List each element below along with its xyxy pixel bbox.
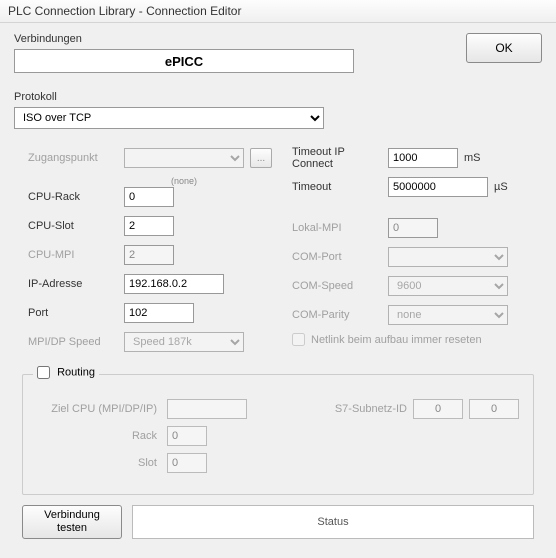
com-speed-select: 9600 bbox=[388, 276, 508, 296]
rack-label: Rack bbox=[37, 430, 157, 442]
timeout-input[interactable] bbox=[388, 177, 488, 197]
protokoll-select[interactable]: ISO over TCP bbox=[14, 107, 324, 129]
zugangspunkt-none: (none) bbox=[124, 176, 244, 186]
ms-unit: mS bbox=[464, 152, 481, 164]
timeout-label: Timeout bbox=[292, 181, 388, 193]
protokoll-label: Protokoll bbox=[14, 91, 542, 103]
ip-adresse-input[interactable] bbox=[124, 274, 224, 294]
netlink-checkbox bbox=[292, 333, 305, 346]
ziel-cpu-input bbox=[167, 399, 247, 419]
ziel-cpu-label: Ziel CPU (MPI/DP/IP) bbox=[37, 403, 157, 415]
s7-subnetz-a-input bbox=[413, 399, 463, 419]
verbindungen-label: Verbindungen bbox=[14, 33, 452, 45]
timeout-ip-label: Timeout IP Connect bbox=[292, 146, 388, 170]
test-connection-button[interactable]: Verbindung testen bbox=[22, 505, 122, 539]
status-label: Status bbox=[317, 516, 348, 528]
s7-subnetz-label: S7-Subnetz-ID bbox=[335, 403, 407, 415]
timeout-ip-input[interactable] bbox=[388, 148, 458, 168]
connection-name-input[interactable] bbox=[14, 49, 354, 73]
lokal-mpi-input bbox=[388, 218, 438, 238]
com-speed-label: COM-Speed bbox=[292, 280, 388, 292]
mpi-dp-speed-label: MPI/DP Speed bbox=[28, 336, 124, 348]
cpu-slot-label: CPU-Slot bbox=[28, 220, 124, 232]
routing-group: Routing Ziel CPU (MPI/DP/IP) S7-Subnetz-… bbox=[22, 374, 534, 495]
content-area: Verbindungen OK Protokoll ISO over TCP Z… bbox=[0, 23, 556, 549]
cpu-rack-label: CPU-Rack bbox=[28, 191, 124, 203]
com-port-label: COM-Port bbox=[292, 251, 388, 263]
routing-label: Routing bbox=[57, 366, 95, 378]
cpu-rack-input[interactable] bbox=[124, 187, 174, 207]
port-label: Port bbox=[28, 307, 124, 319]
window-title: PLC Connection Library - Connection Edit… bbox=[8, 4, 241, 18]
zugangspunkt-label: Zugangspunkt bbox=[28, 152, 124, 164]
com-parity-label: COM-Parity bbox=[292, 309, 388, 321]
status-box: Status bbox=[132, 505, 534, 539]
cpu-slot-input[interactable] bbox=[124, 216, 174, 236]
ok-button[interactable]: OK bbox=[466, 33, 542, 63]
slot-label: Slot bbox=[37, 457, 157, 469]
s7-subnetz-b-input bbox=[469, 399, 519, 419]
us-unit: µS bbox=[494, 181, 508, 193]
window-titlebar: PLC Connection Library - Connection Edit… bbox=[0, 0, 556, 23]
com-port-select bbox=[388, 247, 508, 267]
lokal-mpi-label: Lokal-MPI bbox=[292, 222, 388, 234]
zugangspunkt-select bbox=[124, 148, 244, 168]
routing-checkbox[interactable] bbox=[37, 366, 50, 379]
rack-input bbox=[167, 426, 207, 446]
cpu-mpi-input bbox=[124, 245, 174, 265]
slot-input bbox=[167, 453, 207, 473]
right-column: Timeout IP Connect mS Timeout µS Lokal-M… bbox=[292, 147, 528, 360]
left-column: Zugangspunkt ... (none) CPU-Rack CPU-Slo… bbox=[28, 147, 272, 360]
port-input[interactable] bbox=[124, 303, 194, 323]
com-parity-select: none bbox=[388, 305, 508, 325]
netlink-label: Netlink beim aufbau immer reseten bbox=[311, 334, 482, 346]
cpu-mpi-label: CPU-MPI bbox=[28, 249, 124, 261]
ip-adresse-label: IP-Adresse bbox=[28, 278, 124, 290]
browse-button: ... bbox=[250, 148, 272, 168]
mpi-dp-speed-select: Speed 187k bbox=[124, 332, 244, 352]
